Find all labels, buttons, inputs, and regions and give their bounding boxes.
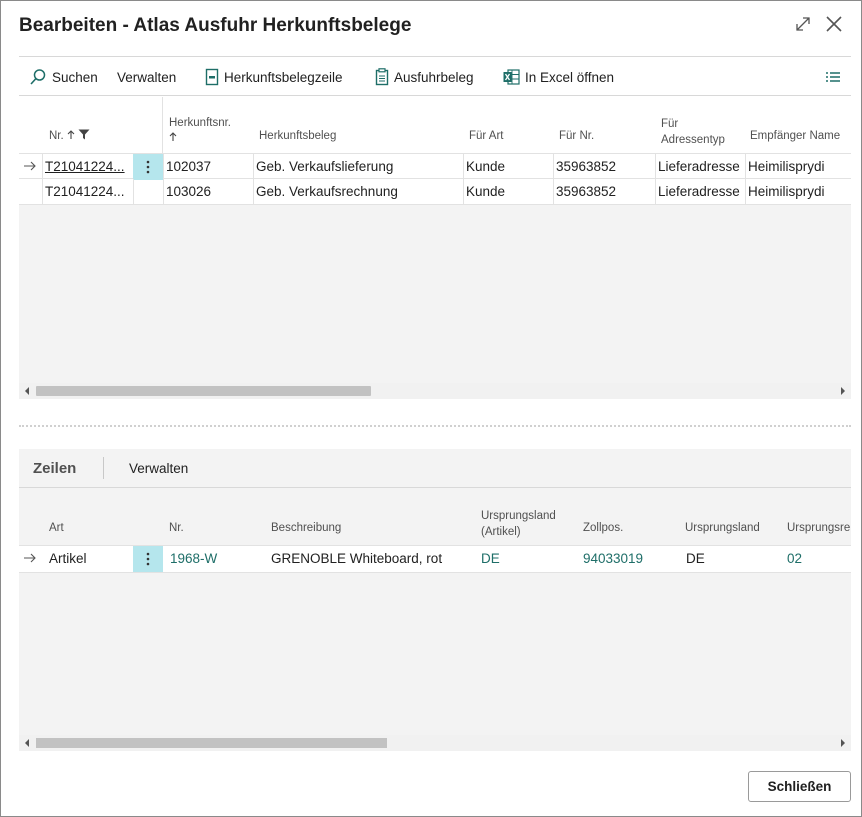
cell-nr[interactable]: 1968-W: [170, 546, 217, 572]
cell-ursprungsland-artikel[interactable]: DE: [481, 546, 500, 572]
column-nr[interactable]: Nr.: [49, 129, 90, 142]
list-view-button[interactable]: [825, 57, 846, 97]
cell-adressentyp[interactable]: Lieferadresse: [655, 179, 745, 205]
column-divider: [162, 97, 163, 153]
column-beschreibung[interactable]: Beschreibung: [271, 522, 341, 534]
column-fuer-adressentyp[interactable]: Für Adressentyp: [661, 116, 725, 148]
scroll-left-icon[interactable]: [23, 738, 31, 748]
document-icon: [375, 68, 389, 86]
column-zollpos[interactable]: Zollpos.: [583, 522, 623, 534]
close-dialog-button[interactable]: Schließen: [748, 771, 851, 802]
cell-empfaenger[interactable]: Heimilisprydi: [745, 154, 851, 180]
sort-up-icon: [169, 132, 177, 141]
expand-button[interactable]: [790, 11, 816, 37]
filter-icon: [78, 129, 90, 140]
source-line-label: Herkunftsbelegzeile: [224, 69, 343, 85]
header-grid-empty-area: [19, 205, 851, 383]
manage-action[interactable]: Verwalten: [117, 57, 176, 97]
cell-nr[interactable]: T21041224...: [42, 154, 133, 180]
cell-herkunftsbeleg[interactable]: Geb. Verkaufslieferung: [253, 154, 463, 180]
scroll-right-icon[interactable]: [839, 738, 847, 748]
cell-ursprungsre[interactable]: 02: [787, 546, 802, 572]
section-divider: [19, 425, 851, 427]
column-fuer-art[interactable]: Für Art: [469, 130, 504, 142]
header-grid-rows: T21041224... 102037 Geb. Verkaufslieferu…: [19, 153, 851, 205]
scrollbar-thumb[interactable]: [36, 738, 387, 748]
cell-nr[interactable]: T21041224...: [42, 179, 133, 205]
cell-herkunftsnr[interactable]: 102037: [163, 154, 253, 180]
column-ursprungsland[interactable]: Ursprungsland: [685, 522, 760, 534]
dialog-title: Bearbeiten - Atlas Ausfuhr Herkunftsbele…: [19, 15, 412, 36]
header-grid-scrollbar[interactable]: [19, 383, 851, 399]
cell-adressentyp[interactable]: Lieferadresse: [655, 154, 745, 180]
close-button[interactable]: [821, 11, 847, 37]
column-herkunftsnr-label: Herkunftsnr.: [169, 117, 231, 129]
source-line-action[interactable]: Herkunftsbelegzeile: [205, 57, 343, 97]
column-ursprungsland-artikel-line2: (Artikel): [481, 526, 521, 538]
scroll-left-icon[interactable]: [23, 386, 31, 396]
column-fuer-adressentyp-line2: Adressentyp: [661, 134, 725, 146]
cell-fuer-art[interactable]: Kunde: [463, 179, 553, 205]
export-doc-action[interactable]: Ausfuhrbeleg: [375, 57, 474, 97]
column-ursprungsland-artikel[interactable]: Ursprungsland (Artikel): [481, 508, 556, 540]
cell-fuer-nr[interactable]: 35963852: [553, 154, 655, 180]
document-line-icon: [205, 68, 219, 86]
header-grid-columns: Nr. Herkunftsnr. Herkunftsbeleg Für Art …: [19, 97, 851, 153]
more-options-icon: [146, 160, 150, 174]
cell-beschreibung[interactable]: GRENOBLE Whiteboard, rot: [271, 546, 442, 572]
lines-separator: [103, 457, 104, 479]
cell-empfaenger[interactable]: Heimilisprydi: [745, 179, 851, 205]
row-actions-button[interactable]: [133, 546, 163, 572]
column-art[interactable]: Art: [49, 522, 64, 534]
lines-manage-action[interactable]: Verwalten: [129, 461, 188, 476]
lines-action-bar: Zeilen Verwalten: [19, 449, 851, 488]
list-view-icon: [826, 72, 840, 82]
lines-subpart: Zeilen Verwalten Art Nr. Beschreibung Ur…: [19, 449, 851, 751]
excel-icon: [503, 69, 520, 85]
lines-grid-columns: Art Nr. Beschreibung Ursprungsland (Arti…: [19, 489, 851, 545]
search-action[interactable]: Suchen: [29, 57, 98, 97]
column-fuer-adressentyp-line1: Für: [661, 118, 679, 130]
cell-herkunftsbeleg[interactable]: Geb. Verkaufsrechnung: [253, 179, 463, 205]
export-doc-label: Ausfuhrbeleg: [394, 69, 474, 85]
column-nr[interactable]: Nr.: [169, 522, 184, 534]
row-arrow-icon: [23, 552, 37, 567]
column-herkunftsnr[interactable]: Herkunftsnr.: [169, 117, 231, 145]
manage-label: Verwalten: [117, 69, 177, 85]
close-icon: [826, 16, 842, 32]
cell-art[interactable]: Artikel: [49, 546, 87, 572]
cell-ursprungsland[interactable]: DE: [686, 546, 705, 572]
column-ursprungsre[interactable]: Ursprungsre: [787, 522, 850, 534]
cell-fuer-nr[interactable]: 35963852: [553, 179, 655, 205]
expand-icon: [796, 17, 810, 31]
row-arrow-icon: [23, 160, 37, 175]
sort-up-icon: [67, 130, 75, 139]
lines-title[interactable]: Zeilen: [33, 460, 76, 477]
search-label: Suchen: [52, 69, 98, 85]
column-ursprungsland-artikel-line1: Ursprungsland: [481, 510, 556, 522]
excel-action[interactable]: In Excel öffnen: [503, 57, 614, 97]
scrollbar-thumb[interactable]: [36, 386, 371, 396]
column-empfaenger-name[interactable]: Empfänger Name: [750, 130, 840, 142]
table-row[interactable]: T21041224... 103026 Geb. Verkaufsrechnun…: [19, 179, 851, 205]
cell-herkunftsnr[interactable]: 103026: [163, 179, 253, 205]
column-fuer-nr[interactable]: Für Nr.: [559, 130, 594, 142]
action-bar: Suchen Verwalten Herkunftsbelegzeile Aus…: [19, 56, 851, 96]
cell-fuer-art[interactable]: Kunde: [463, 154, 553, 180]
more-options-icon: [146, 552, 150, 566]
cell-zollpos[interactable]: 94033019: [583, 546, 643, 572]
table-row[interactable]: T21041224... 102037 Geb. Verkaufslieferu…: [19, 153, 851, 180]
row-actions-button[interactable]: [133, 154, 163, 180]
cell-divider: [133, 179, 134, 205]
dialog: Bearbeiten - Atlas Ausfuhr Herkunftsbele…: [0, 0, 862, 817]
search-icon: [30, 69, 46, 85]
excel-label: In Excel öffnen: [525, 69, 615, 85]
lines-grid-scrollbar[interactable]: [19, 735, 851, 751]
scroll-right-icon[interactable]: [839, 386, 847, 396]
table-row[interactable]: Artikel 1968-W GRENOBLE Whiteboard, rot …: [19, 545, 851, 573]
column-nr-label: Nr.: [49, 130, 64, 142]
column-herkunftsbeleg[interactable]: Herkunftsbeleg: [259, 130, 336, 142]
